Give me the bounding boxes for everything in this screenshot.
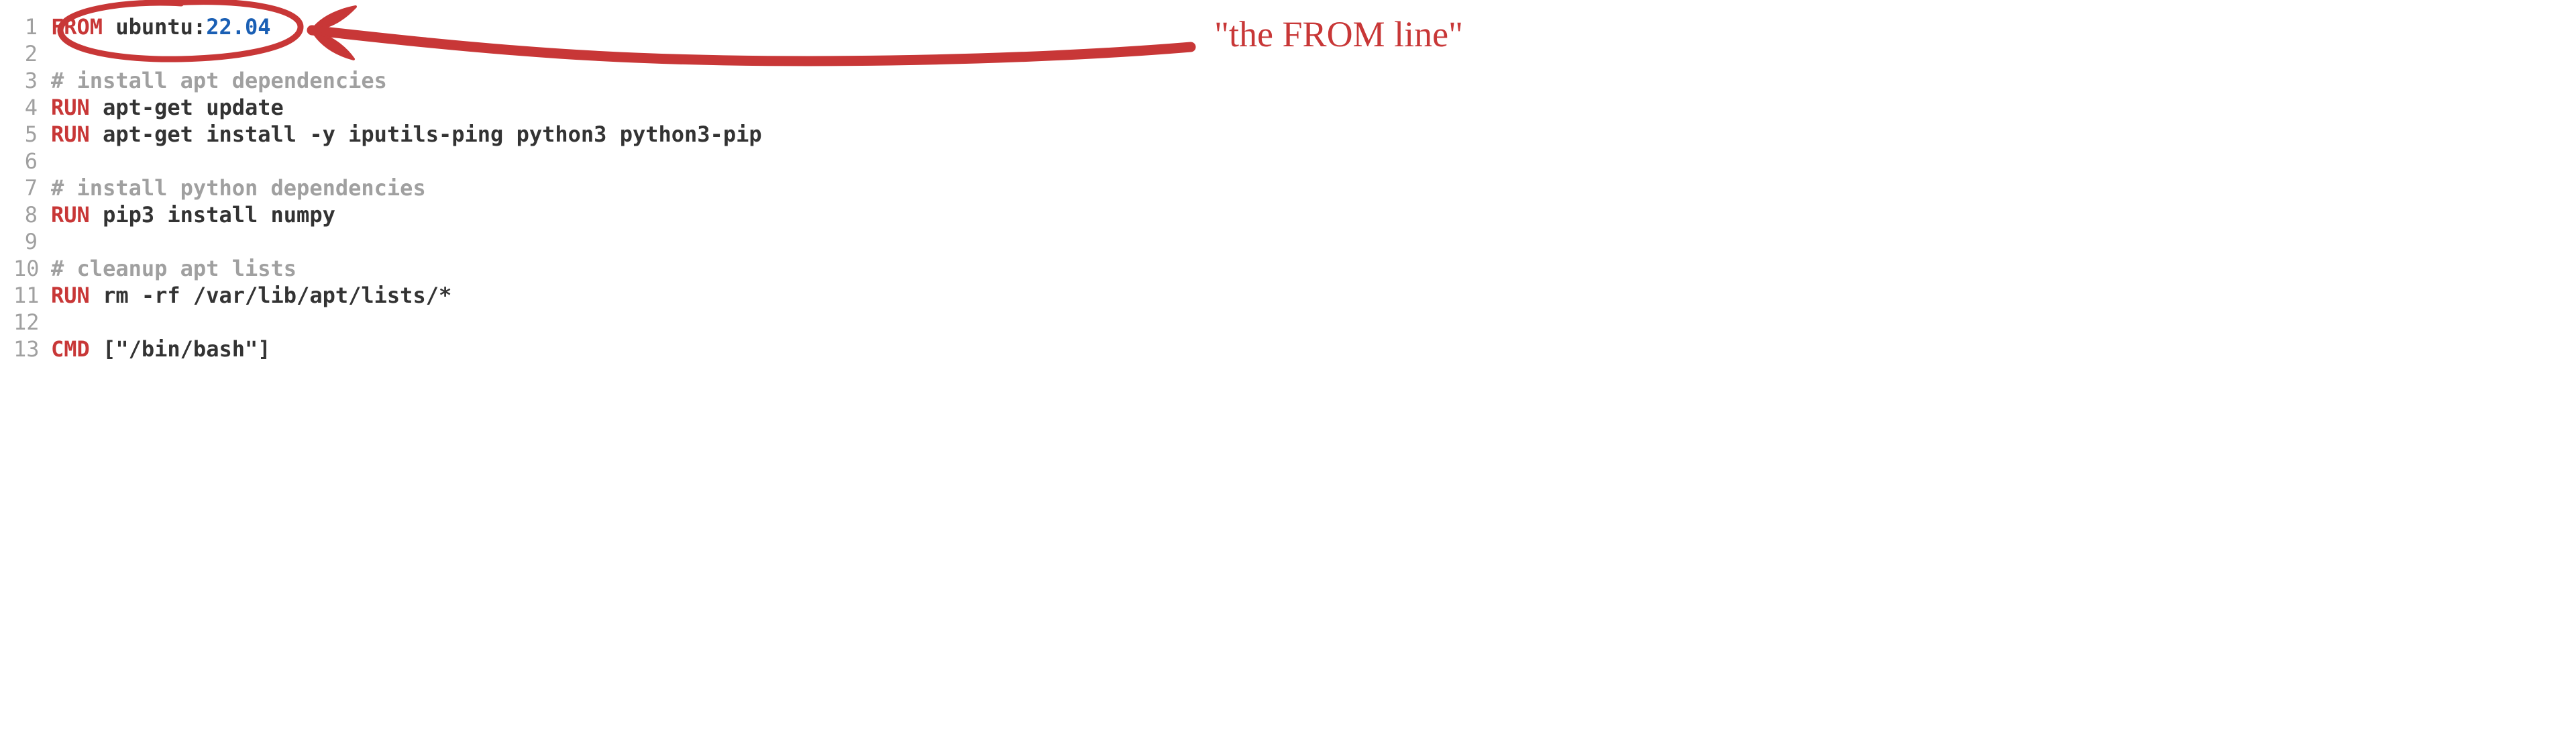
code-line: 8 RUN pip3 install numpy <box>13 201 2576 228</box>
line-number: 12 <box>13 309 51 336</box>
code-content: # cleanup apt lists <box>51 255 297 282</box>
line-number: 10 <box>13 255 51 282</box>
code-content: # install apt dependencies <box>51 67 387 94</box>
line-number: 2 <box>13 40 51 67</box>
token-plain: apt-get update <box>90 95 284 120</box>
code-line: 6 <box>13 148 2576 175</box>
line-number: 7 <box>13 175 51 201</box>
code-content <box>51 40 64 67</box>
code-content: RUN apt-get update <box>51 94 284 121</box>
code-line: 2 <box>13 40 2576 67</box>
code-line: 9 <box>13 228 2576 255</box>
code-line: 1 FROM ubuntu:22.04 <box>13 13 2576 40</box>
line-number: 6 <box>13 148 51 175</box>
token-plain: ubuntu: <box>103 14 206 40</box>
token-plain: pip3 install numpy <box>90 202 335 228</box>
token-keyword: RUN <box>51 202 90 228</box>
token-number: 22.04 <box>206 14 270 40</box>
line-number: 11 <box>13 282 51 309</box>
token-plain: rm -rf /var/lib/apt/lists/* <box>90 283 451 308</box>
code-line: 5 RUN apt-get install -y iputils-ping py… <box>13 121 2576 148</box>
code-content <box>51 148 64 175</box>
code-content: RUN apt-get install -y iputils-ping pyth… <box>51 121 762 148</box>
code-line: 11 RUN rm -rf /var/lib/apt/lists/* <box>13 282 2576 309</box>
code-content: # install python dependencies <box>51 175 426 201</box>
code-content: RUN rm -rf /var/lib/apt/lists/* <box>51 282 451 309</box>
code-content: CMD ["/bin/bash"] <box>51 336 271 362</box>
code-line: 3 # install apt dependencies <box>13 67 2576 94</box>
code-content <box>51 228 64 255</box>
token-keyword: RUN <box>51 283 90 308</box>
code-line: 10 # cleanup apt lists <box>13 255 2576 282</box>
line-number: 1 <box>13 13 51 40</box>
line-number: 4 <box>13 94 51 121</box>
token-keyword: FROM <box>51 14 103 40</box>
code-content <box>51 309 64 336</box>
line-number: 13 <box>13 336 51 362</box>
token-keyword: CMD <box>51 336 90 362</box>
token-plain: [ <box>90 336 116 362</box>
code-content: FROM ubuntu:22.04 <box>51 13 271 40</box>
line-number: 3 <box>13 67 51 94</box>
token-keyword: RUN <box>51 95 90 120</box>
code-line: 4 RUN apt-get update <box>13 94 2576 121</box>
code-line: 13 CMD ["/bin/bash"] <box>13 336 2576 362</box>
token-keyword: RUN <box>51 121 90 147</box>
token-comment: # install apt dependencies <box>51 68 387 93</box>
code-content: RUN pip3 install numpy <box>51 201 335 228</box>
token-string: "/bin/bash" <box>115 336 258 362</box>
token-plain: ] <box>258 336 270 362</box>
token-comment: # cleanup apt lists <box>51 256 297 281</box>
token-comment: # install python dependencies <box>51 175 426 201</box>
line-number: 9 <box>13 228 51 255</box>
line-number: 8 <box>13 201 51 228</box>
code-block: 1 FROM ubuntu:22.04 2 3 # install apt de… <box>0 13 2576 362</box>
line-number: 5 <box>13 121 51 148</box>
token-plain: apt-get install -y iputils-ping python3 … <box>90 121 762 147</box>
code-line: 7 # install python dependencies <box>13 175 2576 201</box>
code-line: 12 <box>13 309 2576 336</box>
